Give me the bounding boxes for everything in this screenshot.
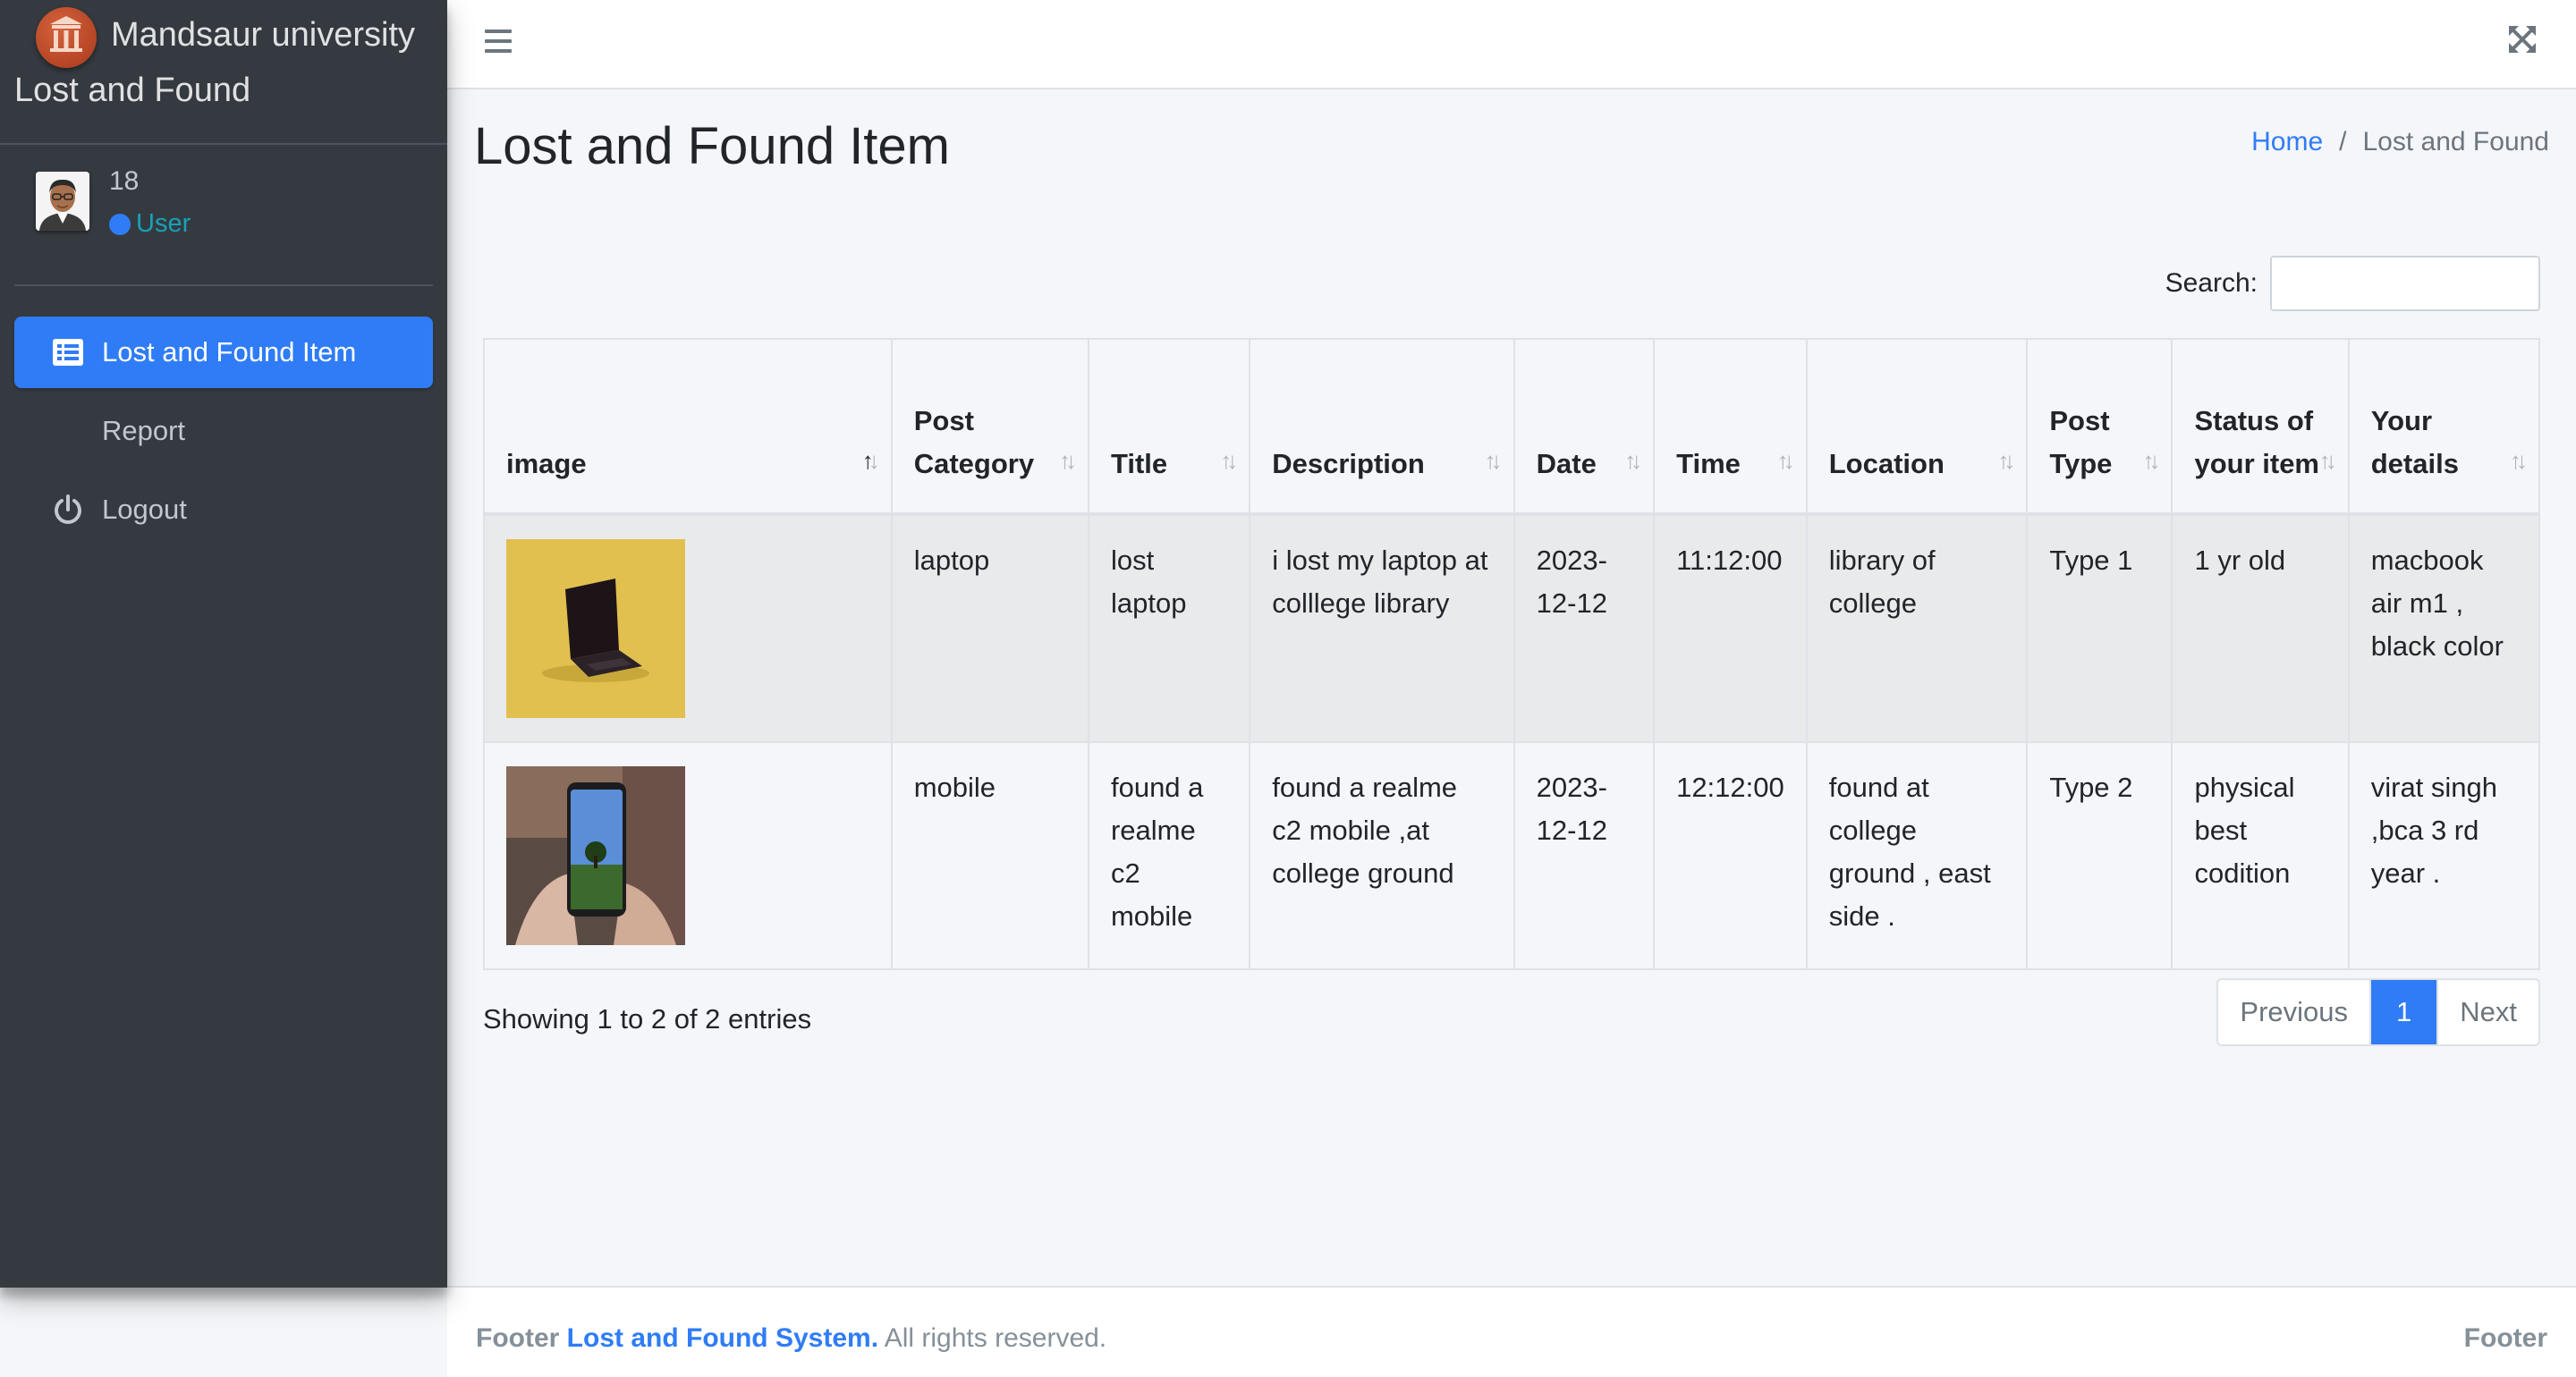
footer-right: Footer: [2463, 1323, 2547, 1353]
sidebar: Mandsaur university Lost and Found 18 Us…: [0, 0, 447, 1288]
sidebar-nav: Lost and Found Item Report Logout: [0, 286, 447, 545]
sort-icon: ↑↓: [1997, 447, 2015, 474]
sidebar-item-logout[interactable]: Logout: [14, 474, 433, 545]
cell-date: 2023-12-12: [1513, 513, 1656, 743]
breadcrumb-separator: /: [2339, 127, 2347, 156]
brand-link[interactable]: Mandsaur university Lost and Found: [0, 0, 447, 145]
column-header-post-category[interactable]: Post Category ↑↓: [890, 338, 1089, 515]
sort-icon: ↑↓: [1776, 447, 1795, 474]
sort-icon: ↑↓: [2142, 447, 2160, 474]
power-icon: [50, 492, 86, 528]
pagination-page-1[interactable]: 1: [2371, 980, 2439, 1044]
pagination-next-button[interactable]: Next: [2438, 980, 2538, 1044]
user-status: User: [109, 209, 191, 239]
cell-time: 12:12:00: [1653, 741, 1808, 970]
footer-suffix: All rights reserved.: [884, 1323, 1107, 1353]
cell-date: 2023-12-12: [1513, 741, 1656, 970]
sort-ascending-icon: ↑↓: [861, 447, 880, 474]
breadcrumb-current: Lost and Found: [2362, 127, 2550, 156]
column-header-title[interactable]: Title ↑↓: [1087, 338, 1251, 515]
cell-title: lost laptop: [1087, 513, 1251, 743]
sort-icon: ↑↓: [2318, 447, 2337, 474]
content-header: Lost and Found Item Home / Lost and Foun…: [474, 116, 2549, 176]
university-logo-icon: [36, 7, 97, 68]
sort-icon: ↑↓: [1484, 447, 1503, 474]
sidebar-item-report[interactable]: Report: [14, 395, 433, 467]
fullscreen-icon[interactable]: [2506, 23, 2538, 55]
column-header-status[interactable]: Status of your item ↑↓: [2171, 338, 2350, 515]
pagination-previous-button[interactable]: Previous: [2218, 980, 2371, 1044]
sidebar-item-lost-and-found[interactable]: Lost and Found Item: [14, 317, 433, 388]
search-label: Search:: [2165, 268, 2258, 298]
laptop-photo[interactable]: [506, 539, 685, 718]
user-status-label: User: [136, 209, 191, 238]
breadcrumb: Home / Lost and Found: [2251, 127, 2549, 157]
cell-post-type: Type 1: [2026, 513, 2174, 743]
mobile-photo[interactable]: [506, 766, 685, 945]
cell-category: laptop: [890, 513, 1089, 743]
column-header-post-type[interactable]: Post Type ↑↓: [2026, 338, 2174, 515]
status-dot-icon: [109, 213, 131, 235]
column-header-description[interactable]: Description ↑↓: [1249, 338, 1515, 515]
cell-details: virat singh ,bca 3 rd year .: [2347, 741, 2541, 970]
sort-icon: ↑↓: [1220, 447, 1238, 474]
sidebar-item-label: Lost and Found Item: [102, 336, 357, 367]
cell-location: found at college ground , east side .: [1805, 741, 2029, 970]
table-search: Search:: [2165, 256, 2540, 311]
cell-post-type: Type 2: [2026, 741, 2174, 970]
column-header-time[interactable]: Time ↑↓: [1653, 338, 1808, 515]
cell-location: library of college: [1805, 513, 2029, 743]
sort-icon: ↑↓: [1624, 447, 1642, 474]
table-header-row: image ↑↓ Post Category ↑↓ Title ↑↓ Descript…: [483, 338, 2541, 515]
sort-icon: ↑↓: [2510, 447, 2528, 474]
cell-title: found a realme c2 mobile: [1087, 741, 1251, 970]
cell-image: [483, 513, 893, 743]
avatar[interactable]: [36, 172, 89, 231]
user-name[interactable]: 18: [109, 166, 139, 197]
user-panel: 18 User: [14, 145, 433, 286]
list-icon: [50, 334, 86, 370]
cell-category: mobile: [890, 741, 1089, 970]
table-info: Showing 1 to 2 of 2 entries: [483, 1003, 812, 1035]
search-input[interactable]: [2270, 256, 2540, 311]
cell-details: macbook air m1 , black color: [2347, 513, 2541, 743]
column-header-date[interactable]: Date ↑↓: [1513, 338, 1656, 515]
cell-description: i lost my laptop at colllege library: [1249, 513, 1515, 743]
table-row: mobile found a realme c2 mobile found a …: [483, 741, 2541, 970]
cell-status: 1 yr old: [2171, 513, 2350, 743]
lost-found-table: image ↑↓ Post Category ↑↓ Title ↑↓ Descript…: [483, 338, 2541, 970]
footer-left: Footer Lost and Found System. All rights…: [476, 1323, 1106, 1354]
sort-icon: ↑↓: [1058, 447, 1077, 474]
cell-status: physical best codition: [2171, 741, 2350, 970]
cell-description: found a realme c2 mobile ,at college gro…: [1249, 741, 1515, 970]
column-header-location[interactable]: Location ↑↓: [1805, 338, 2029, 515]
menu-toggle-icon[interactable]: [485, 23, 521, 59]
page-title: Lost and Found Item: [474, 117, 950, 175]
footer: Footer Lost and Found System. All rights…: [447, 1286, 2576, 1377]
top-navbar: [447, 0, 2576, 89]
brand-subtitle: Lost and Found: [14, 72, 251, 109]
footer-link[interactable]: Lost and Found System.: [567, 1323, 878, 1353]
table-row: laptop lost laptop i lost my laptop at c…: [483, 513, 2541, 743]
footer-prefix: Footer: [476, 1323, 560, 1353]
breadcrumb-home-link[interactable]: Home: [2251, 127, 2323, 157]
sidebar-item-label: Logout: [102, 494, 187, 525]
pagination: Previous 1 Next: [2216, 978, 2540, 1046]
column-header-details[interactable]: Your details ↑↓: [2347, 338, 2541, 515]
cell-image: [483, 741, 893, 970]
brand-name: Mandsaur university: [111, 16, 416, 54]
cell-time: 11:12:00: [1653, 513, 1808, 743]
column-header-image[interactable]: image ↑↓: [483, 338, 893, 515]
sidebar-item-label: Report: [102, 415, 186, 446]
